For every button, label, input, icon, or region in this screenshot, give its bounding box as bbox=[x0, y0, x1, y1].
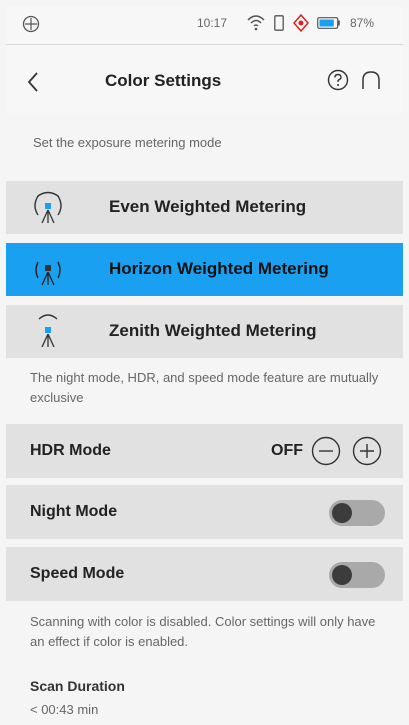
header-bar: Color Settings bbox=[6, 45, 403, 113]
hdr-mode-row: HDR Mode OFF bbox=[6, 424, 403, 478]
toggle-knob bbox=[332, 503, 352, 523]
minus-icon[interactable] bbox=[311, 436, 341, 466]
hdr-mode-value: OFF bbox=[271, 442, 303, 459]
phone-icon bbox=[274, 15, 284, 31]
app-icon bbox=[22, 15, 40, 33]
app-screen: 10:17 87% Color Settings Set the exposur… bbox=[6, 6, 403, 722]
plus-icon[interactable] bbox=[352, 436, 382, 466]
scan-duration-label: Scan Duration bbox=[30, 678, 125, 694]
tripod-icon bbox=[38, 314, 58, 348]
back-icon[interactable] bbox=[26, 71, 40, 93]
tripod-icon bbox=[35, 261, 61, 286]
metering-option-horizon[interactable]: Horizon Weighted Metering bbox=[6, 243, 403, 296]
toggle-knob bbox=[332, 565, 352, 585]
wifi-icon bbox=[247, 15, 265, 31]
modes-note: The night mode, HDR, and speed mode feat… bbox=[30, 370, 379, 405]
gps-icon bbox=[293, 14, 309, 32]
metering-option-even[interactable]: Even Weighted Metering bbox=[6, 181, 403, 234]
status-time: 10:17 bbox=[197, 16, 228, 30]
night-mode-toggle[interactable] bbox=[329, 500, 385, 526]
battery-percent: 87% bbox=[350, 16, 375, 30]
status-bar: 10:17 87% bbox=[6, 6, 403, 45]
speed-mode-row: Speed Mode bbox=[6, 547, 403, 601]
night-mode-row: Night Mode bbox=[6, 485, 403, 539]
metering-hint: Set the exposure metering mode bbox=[33, 135, 222, 150]
scan-note: Scanning with color is disabled. Color s… bbox=[30, 614, 376, 649]
help-icon[interactable] bbox=[327, 69, 349, 91]
home-icon[interactable] bbox=[360, 69, 382, 91]
metering-option-zenith[interactable]: Zenith Weighted Metering bbox=[6, 305, 403, 358]
tripod-icon bbox=[34, 191, 62, 224]
battery-icon bbox=[317, 17, 340, 29]
hdr-mode-label: HDR Mode bbox=[30, 442, 111, 459]
metering-option-label: Zenith Weighted Metering bbox=[109, 321, 317, 340]
night-mode-label: Night Mode bbox=[30, 503, 118, 520]
metering-option-label: Even Weighted Metering bbox=[109, 197, 307, 216]
page-title: Color Settings bbox=[105, 71, 222, 90]
speed-mode-label: Speed Mode bbox=[30, 565, 125, 582]
scan-duration-value: < 00:43 min bbox=[30, 702, 99, 717]
metering-option-label: Horizon Weighted Metering bbox=[109, 259, 329, 278]
speed-mode-toggle[interactable] bbox=[329, 562, 385, 588]
